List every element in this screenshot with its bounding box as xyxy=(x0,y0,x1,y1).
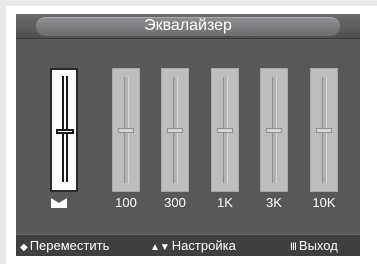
footer-bar: ◆ Переместить ▲▼ Настройка Ⅲ Выход xyxy=(16,234,360,256)
footer-exit-label: Выход xyxy=(298,238,338,253)
title-bar: Эквалайзер xyxy=(16,14,360,38)
footer-adjust: ▲▼ Настройка xyxy=(150,239,236,255)
band-slider-balance[interactable] xyxy=(50,68,78,192)
band-label-100: 100 xyxy=(115,195,137,210)
band-label-10k: 10K xyxy=(312,195,336,210)
slider-handle[interactable] xyxy=(167,128,183,133)
band-label-300: 300 xyxy=(164,195,186,210)
footer-move: ◆ Переместить xyxy=(20,239,109,255)
equalizer-menu: Эквалайзер R L 100 300 1K 3K 10K ◆Переме… xyxy=(16,14,360,256)
footer-exit: Ⅲ Выход xyxy=(290,239,338,255)
menu-exit-icon: Ⅲ xyxy=(290,242,297,253)
band-label-3k: 3K xyxy=(266,195,282,210)
band-slider-100[interactable] xyxy=(112,68,140,192)
footer-adjust-label: Настройка xyxy=(171,238,236,253)
slider-handle[interactable] xyxy=(56,129,74,134)
band-label-1k: 1K xyxy=(217,195,233,210)
left-right-arrows-icon: ◆ xyxy=(20,242,28,253)
band-slider-300[interactable] xyxy=(161,68,189,192)
up-down-arrows-icon: ▲▼ xyxy=(150,242,170,253)
band-slider-3k[interactable] xyxy=(260,68,288,192)
slider-handle[interactable] xyxy=(266,128,282,133)
slider-handle[interactable] xyxy=(316,128,332,133)
menu-title: Эквалайзер xyxy=(144,17,232,34)
slider-handle[interactable] xyxy=(118,128,134,133)
footer-move-label: Переместить xyxy=(29,238,110,253)
slider-handle[interactable] xyxy=(217,128,233,133)
band-slider-1k[interactable] xyxy=(211,68,239,192)
title-divider xyxy=(16,38,360,39)
band-slider-10k[interactable] xyxy=(310,68,338,192)
balance-icon xyxy=(51,198,67,208)
